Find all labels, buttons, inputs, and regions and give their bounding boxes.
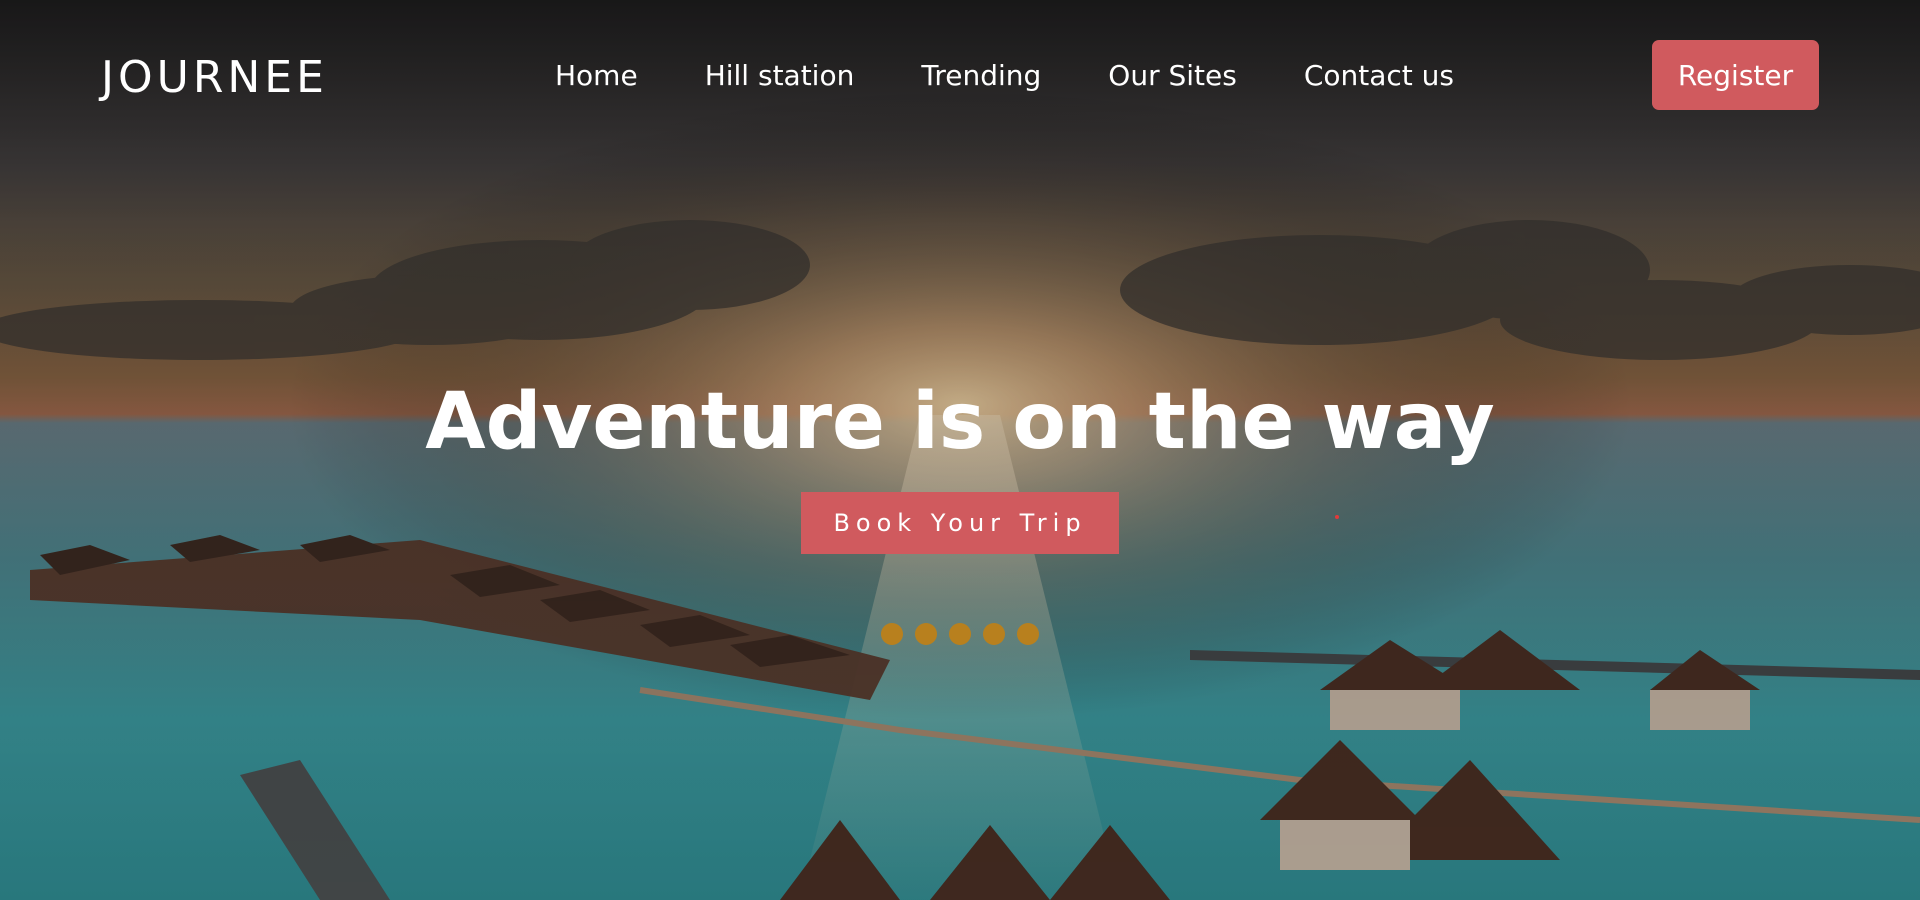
slider-dot-1[interactable]	[881, 623, 903, 645]
nav-item-trending[interactable]: Trending	[921, 56, 1041, 96]
cursor-marker	[1335, 515, 1339, 519]
nav-item-home[interactable]: Home	[555, 56, 638, 96]
hero-section: JOURNEE Home Hill station Trending Our S…	[0, 0, 1920, 900]
book-your-trip-button[interactable]: Book Your Trip	[801, 492, 1119, 554]
nav-item-contact-us[interactable]: Contact us	[1304, 56, 1454, 96]
nav-item-our-sites[interactable]: Our Sites	[1108, 56, 1237, 96]
slider-dot-2[interactable]	[915, 623, 937, 645]
hero-headline: Adventure is on the way	[425, 377, 1495, 467]
top-navigation: JOURNEE Home Hill station Trending Our S…	[0, 0, 1920, 155]
slider-dot-3[interactable]	[949, 623, 971, 645]
register-button[interactable]: Register	[1652, 40, 1819, 110]
site-logo[interactable]: JOURNEE	[101, 50, 328, 106]
nav-item-hill-station[interactable]: Hill station	[705, 56, 855, 96]
main-menu: Home Hill station Trending Our Sites Con…	[555, 56, 1454, 96]
slider-dots	[881, 623, 1039, 645]
slider-dot-5[interactable]	[1017, 623, 1039, 645]
slider-dot-4[interactable]	[983, 623, 1005, 645]
